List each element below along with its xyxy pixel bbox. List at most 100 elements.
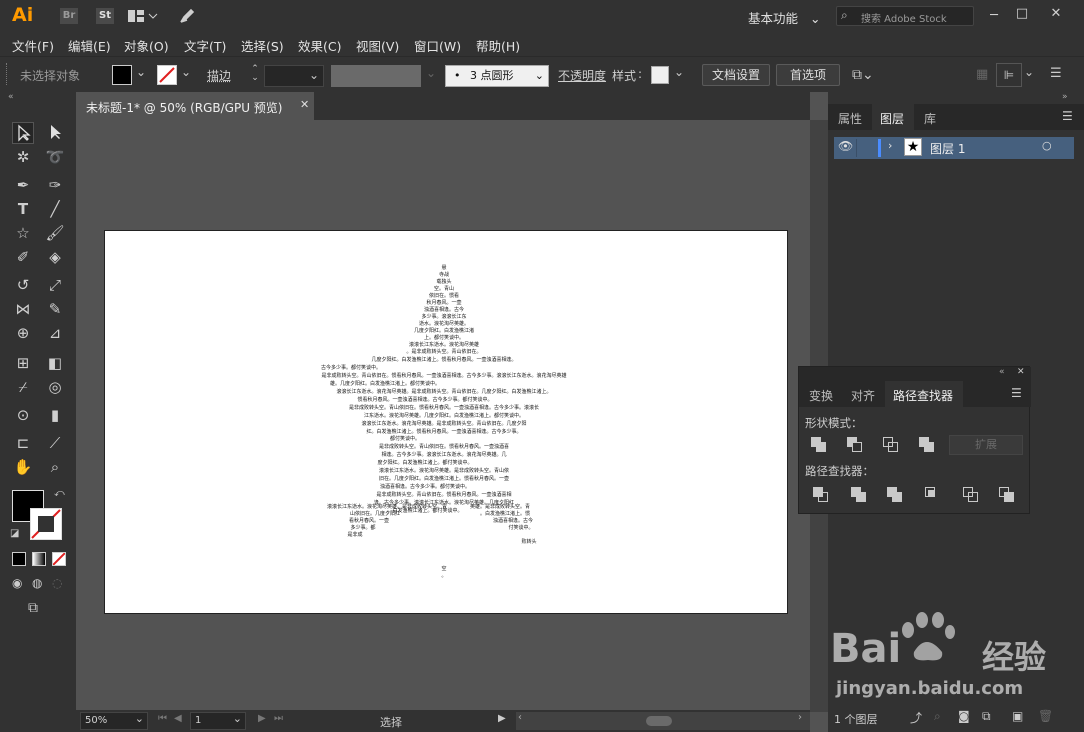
exclude-icon[interactable]: [919, 437, 935, 453]
panel-header[interactable]: « ✕: [799, 367, 1031, 381]
target-circle-icon[interactable]: ○: [1042, 139, 1052, 152]
expand-button[interactable]: 扩展: [949, 435, 1023, 455]
fill-swatch[interactable]: [112, 65, 132, 85]
chevron-down-icon[interactable]: ⌄: [136, 65, 146, 79]
direct-selection-tool-icon[interactable]: [44, 122, 66, 144]
menu-select[interactable]: 选择(S): [241, 36, 284, 55]
menu-edit[interactable]: 编辑(E): [68, 36, 111, 55]
panel-collapse-icon[interactable]: »: [1062, 92, 1068, 102]
panel-menu-icon[interactable]: ☰: [1062, 109, 1073, 123]
lock-toggle[interactable]: [856, 139, 874, 157]
tab-libraries[interactable]: 库: [924, 110, 936, 127]
outline-icon[interactable]: [963, 487, 979, 503]
transform-icon[interactable]: ⧉⌄: [852, 67, 874, 83]
panel-menu-icon[interactable]: ☰: [1011, 386, 1022, 400]
close-tab-icon[interactable]: ✕: [300, 98, 309, 111]
menu-file[interactable]: 文件(F): [12, 36, 54, 55]
eraser-tool-icon[interactable]: ◈: [44, 246, 66, 268]
gradient-mode-icon[interactable]: [32, 552, 46, 566]
width-tool-icon[interactable]: ⋈: [12, 298, 34, 320]
tab-layers[interactable]: 图层: [872, 104, 914, 130]
stroke-swatch[interactable]: [157, 65, 177, 85]
artboard[interactable]: 悬寺战 载独头 空。青山 依旧在。惯看 秋月春风。一壶 浊酒喜相逢。古今 多少事。滚滚长江东…: [104, 230, 788, 614]
collapse-panel-icon[interactable]: «: [999, 367, 1005, 377]
selection-tool-icon[interactable]: [12, 122, 34, 144]
slice-tool-icon[interactable]: ⟋: [44, 432, 66, 454]
paintbrush-tool-icon[interactable]: 🖌: [44, 222, 66, 244]
default-colors-icon[interactable]: ◪: [10, 528, 19, 539]
shape-builder-tool-icon[interactable]: ⊕: [12, 322, 34, 344]
close-panel-icon[interactable]: ✕: [1017, 367, 1025, 377]
tab-pathfinder[interactable]: 路径查找器: [885, 381, 963, 407]
menu-effect[interactable]: 效果(C): [298, 36, 341, 55]
chevron-down-icon[interactable]: ⌄: [1024, 65, 1034, 79]
menu-view[interactable]: 视图(V): [356, 36, 399, 55]
tab-align[interactable]: 对齐: [851, 387, 875, 404]
chevron-down-icon[interactable]: ⌄: [181, 65, 191, 79]
star-tool-icon[interactable]: ☆: [12, 222, 34, 244]
swap-colors-icon[interactable]: ⤺: [54, 488, 65, 499]
align-panel-icon[interactable]: ⊫: [996, 63, 1022, 87]
eyedropper-tool-icon[interactable]: ⌿: [12, 376, 34, 398]
blend-tool-icon[interactable]: ◎: [44, 376, 66, 398]
rocket-icon[interactable]: [178, 7, 196, 25]
line-segment-tool-icon[interactable]: ╱: [44, 198, 66, 220]
unite-icon[interactable]: [811, 437, 827, 453]
gradient-tool-icon[interactable]: ◧: [44, 352, 66, 374]
color-mode-icon[interactable]: [12, 552, 26, 566]
lasso-tool-icon[interactable]: ➰: [44, 146, 66, 168]
minus-back-icon[interactable]: [999, 487, 1015, 503]
stroke-color-box[interactable]: [30, 508, 62, 540]
stroke-weight-input[interactable]: ⌄: [264, 65, 324, 87]
scroll-left-icon[interactable]: ‹: [518, 712, 522, 723]
panel-menu-icon[interactable]: ☰: [1050, 66, 1062, 81]
crop-icon[interactable]: [925, 487, 941, 503]
scroll-thumb[interactable]: [646, 716, 672, 726]
symbol-sprayer-tool-icon[interactable]: ⊙: [12, 404, 34, 426]
shaper-tool-icon[interactable]: ✐: [12, 246, 34, 268]
magic-wand-tool-icon[interactable]: ✲: [12, 146, 34, 168]
scale-tool-icon[interactable]: ⤢: [44, 274, 66, 296]
graphic-style-swatch[interactable]: [651, 66, 669, 84]
document-tab[interactable]: 未标题-1* @ 50% (RGB/GPU 预览) ✕: [76, 92, 314, 120]
intersect-icon[interactable]: [883, 437, 899, 453]
layer-name[interactable]: 图层 1: [930, 140, 965, 157]
close-button[interactable]: ✕: [1040, 2, 1072, 26]
hand-tool-icon[interactable]: ✋: [12, 456, 34, 478]
tab-properties[interactable]: 属性: [838, 110, 862, 127]
divide-icon[interactable]: [813, 487, 829, 503]
maximize-button[interactable]: □: [1006, 2, 1038, 26]
stroke-label[interactable]: 描边: [207, 67, 231, 84]
draw-normal-icon[interactable]: ◉: [12, 576, 22, 590]
artboard-tool-icon[interactable]: ⊏: [12, 432, 34, 454]
next-artboard-icon[interactable]: ▶: [258, 713, 266, 724]
opacity-label[interactable]: 不透明度: [558, 67, 606, 84]
mesh-tool-icon[interactable]: ⊞: [12, 352, 34, 374]
zoom-select[interactable]: 50% ⌄: [80, 712, 148, 730]
puppet-warp-tool-icon[interactable]: ✎: [44, 298, 66, 320]
chevron-right-icon[interactable]: ›: [888, 139, 892, 152]
screen-mode-icon[interactable]: ⧉: [28, 600, 38, 616]
menu-object[interactable]: 对象(O): [124, 36, 169, 55]
tab-transform[interactable]: 变换: [809, 387, 833, 404]
menu-window[interactable]: 窗口(W): [414, 36, 461, 55]
chevron-down-icon[interactable]: ⌄: [674, 65, 684, 79]
type-tool-icon[interactable]: T: [12, 198, 34, 220]
perspective-grid-tool-icon[interactable]: ⊿: [44, 322, 66, 344]
curvature-tool-icon[interactable]: ✑: [44, 174, 66, 196]
grip-handle[interactable]: [6, 63, 9, 85]
first-artboard-icon[interactable]: ⏮: [158, 713, 167, 724]
variable-width-profile[interactable]: [331, 65, 421, 87]
grid-icon[interactable]: ▦: [976, 67, 988, 82]
pen-tool-icon[interactable]: ✒: [12, 174, 34, 196]
menu-help[interactable]: 帮助(H): [476, 36, 520, 55]
preferences-button[interactable]: 首选项: [776, 64, 840, 86]
artboard-number-input[interactable]: 1 ⌄: [190, 712, 246, 730]
brush-definition-select[interactable]: • 3 点圆形 ⌄: [445, 65, 549, 87]
collapse-arrows-icon[interactable]: «: [8, 92, 14, 102]
draw-inside-icon[interactable]: ◌: [52, 576, 62, 590]
arrange-documents-icon[interactable]: [128, 10, 158, 22]
status-menu-arrow-icon[interactable]: ▶: [498, 713, 506, 724]
bridge-button[interactable]: Br: [60, 8, 78, 24]
last-artboard-icon[interactable]: ⏭: [274, 713, 283, 724]
